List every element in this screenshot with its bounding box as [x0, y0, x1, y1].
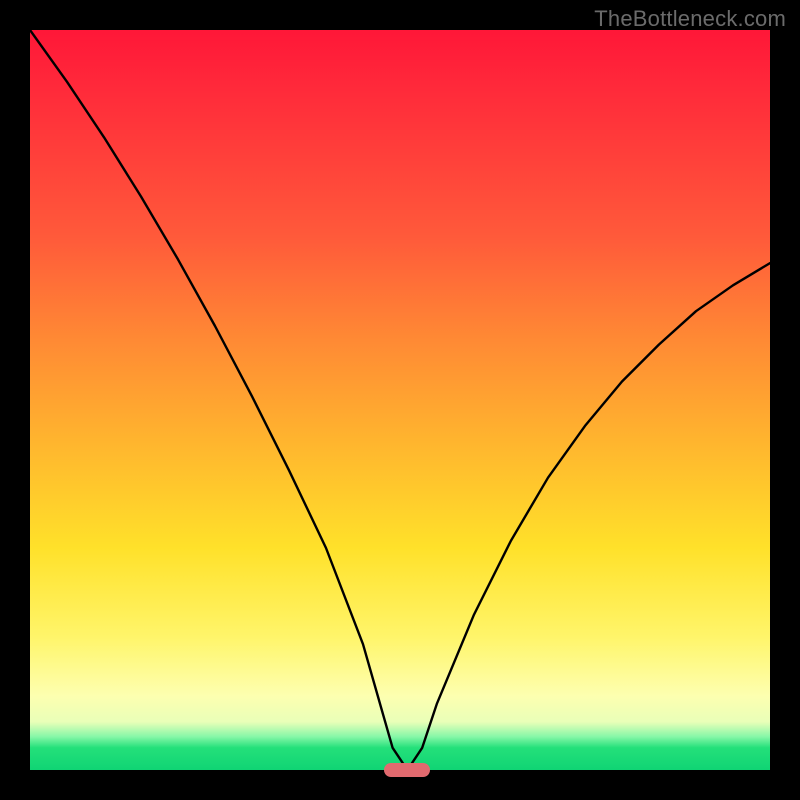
watermark-text: TheBottleneck.com — [594, 6, 786, 32]
chart-frame: TheBottleneck.com — [0, 0, 800, 800]
plot-area — [30, 30, 770, 770]
bottleneck-curve — [30, 30, 770, 770]
optimal-marker — [384, 763, 430, 777]
